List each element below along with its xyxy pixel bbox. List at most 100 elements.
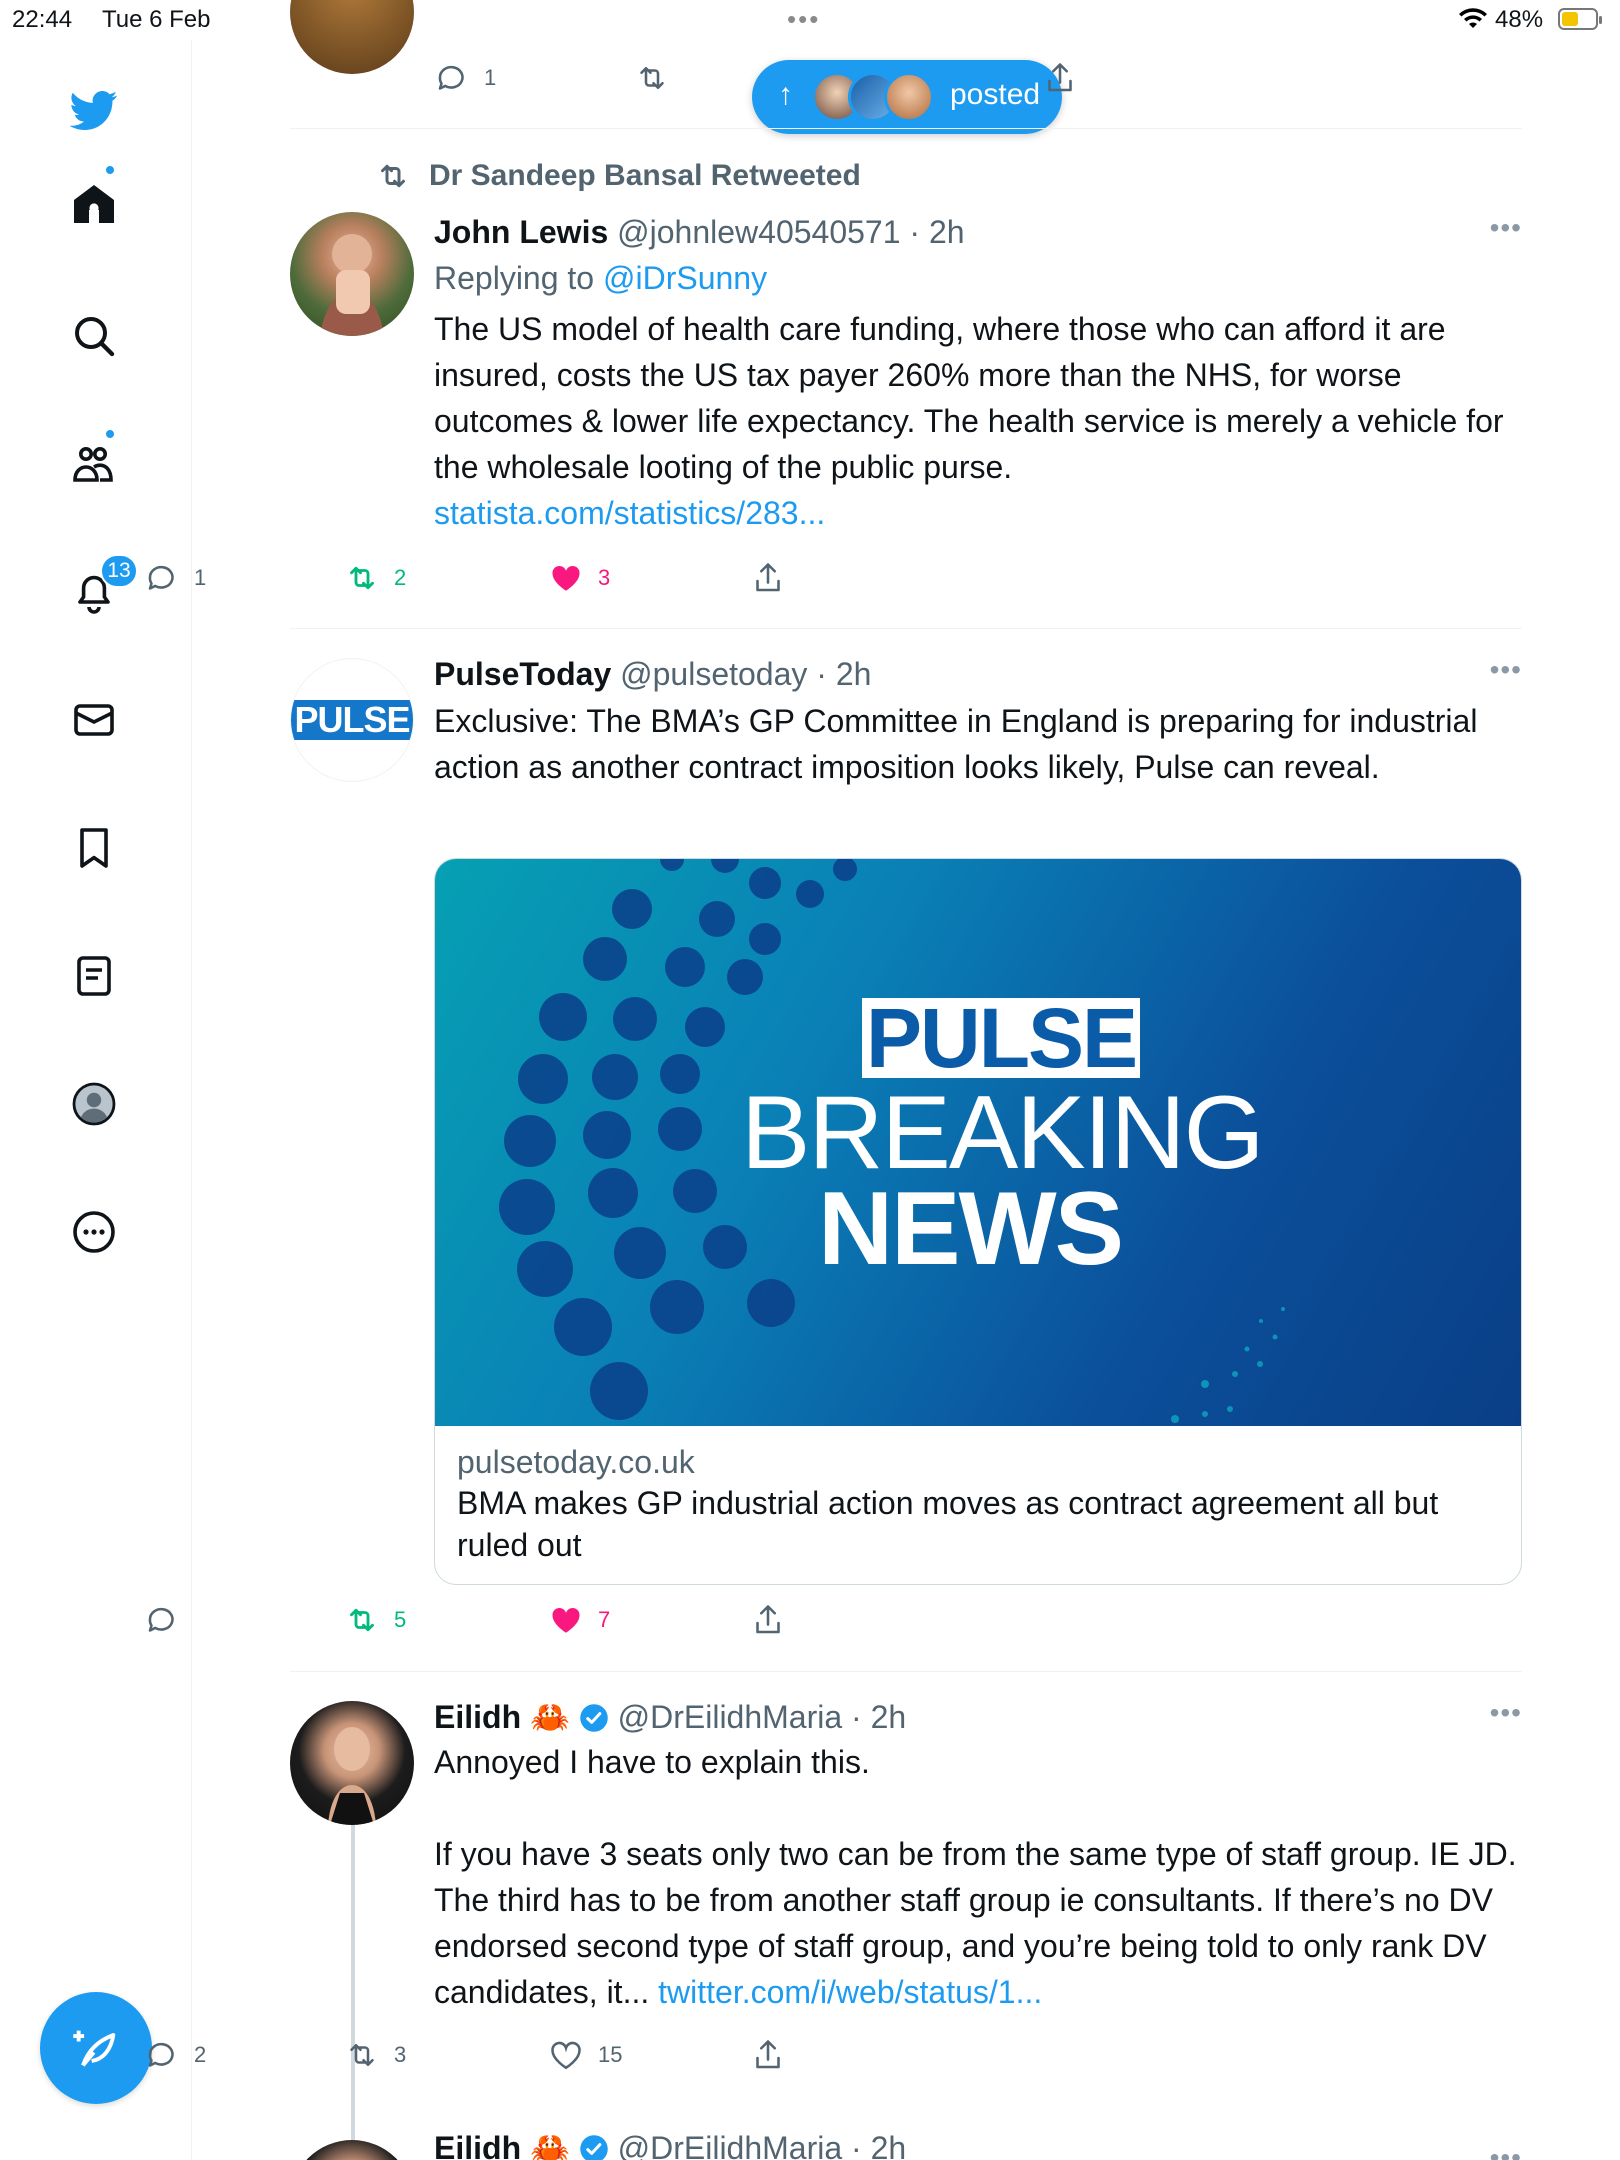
compose-icon <box>73 2030 116 2067</box>
card-meta: pulsetoday.co.uk BMA makes GP industrial… <box>435 1426 1521 1584</box>
search-icon <box>75 317 115 357</box>
card-image-news: NEWS <box>818 1171 1124 1287</box>
reply-icon <box>148 565 174 590</box>
reply-count: 1 <box>194 565 207 590</box>
tweet-text: The US model of health care funding, whe… <box>434 306 1522 536</box>
tweet-link[interactable]: twitter.com/i/web/status/1... <box>658 1974 1042 2010</box>
avatar[interactable] <box>290 212 414 336</box>
retweet-icon <box>640 66 664 90</box>
tweet-text-para: If you have 3 seats only two can be from… <box>434 1831 1522 2015</box>
retweet-button[interactable] <box>634 58 670 98</box>
tweet-time[interactable]: · 2h <box>851 1699 906 1735</box>
sidebar-item-messages[interactable] <box>70 694 118 746</box>
retweet-count: 3 <box>394 2042 407 2067</box>
retweet-button[interactable]: 2 <box>344 558 406 598</box>
author-handle[interactable]: @pulsetoday <box>620 656 807 692</box>
card-image: PULSE BREAKING NEWS <box>435 859 1521 1426</box>
retweet-icon <box>381 164 405 188</box>
share-icon <box>756 563 780 592</box>
reply-button[interactable]: 1 <box>144 558 206 598</box>
reply-icon <box>148 1607 174 1632</box>
like-button[interactable]: 3 <box>548 558 610 598</box>
tweet-link[interactable]: statista.com/statistics/283... <box>434 495 825 531</box>
status-bar: 22:44 Tue 6 Feb ••• 48% <box>0 0 1620 40</box>
reply-icon <box>438 65 464 90</box>
profile-icon <box>72 1082 116 1126</box>
like-button[interactable]: 7 <box>548 1600 610 1640</box>
sidebar-nav: 13 <box>0 40 192 2160</box>
author-name[interactable]: PulseToday <box>434 656 611 692</box>
sidebar-item-communities[interactable] <box>70 438 118 490</box>
share-button[interactable] <box>750 1600 786 1640</box>
reply-count: 1 <box>484 65 497 90</box>
battery-percent: 48% <box>1495 6 1544 33</box>
tweet-time[interactable]: · 2h <box>909 214 964 250</box>
tweet-text: Exclusive: The BMA’s GP Committee in Eng… <box>434 703 1478 785</box>
avatar-image <box>320 234 384 336</box>
reply-button[interactable] <box>144 1600 194 1640</box>
mail-icon <box>74 704 114 736</box>
more-circle-icon <box>73 1211 115 1253</box>
reply-button[interactable]: 1 <box>434 58 496 98</box>
retweet-context: Dr Sandeep Bansal Retweeted <box>375 158 861 194</box>
author-name[interactable]: Eilidh <box>434 1699 521 1735</box>
crab-emoji: 🦀 <box>530 1699 570 1735</box>
reply-count: 2 <box>194 2042 207 2067</box>
people-icon <box>73 447 113 482</box>
new-posts-pill[interactable]: ↑ posted <box>752 60 1062 134</box>
tweet-header: PulseToday @pulsetoday · 2h <box>434 654 1522 694</box>
sidebar-item-bookmarks[interactable] <box>70 822 118 874</box>
avatar[interactable] <box>290 0 414 74</box>
tweet-actions: 5 7 <box>144 1600 1044 1640</box>
author-handle[interactable]: @DrEilidhMaria <box>618 1699 843 1735</box>
sidebar-item-lists[interactable] <box>70 950 118 1002</box>
retweet-count: 2 <box>394 565 407 590</box>
list-icon <box>77 956 111 996</box>
sidebar-item-profile[interactable] <box>70 1078 118 1130</box>
tweet-text-para: Annoyed I have to explain this. <box>434 1744 870 1780</box>
retweet-button[interactable]: 5 <box>344 1600 406 1640</box>
tweet-actions: 1 2 3 <box>144 558 1044 598</box>
share-button[interactable] <box>750 558 786 598</box>
retweet-icon <box>350 1608 374 1632</box>
compose-tweet-button[interactable] <box>40 1992 152 2104</box>
author-handle[interactable]: @johnlew40540571 <box>617 214 900 250</box>
card-image-breaking: BREAKING <box>741 1075 1264 1191</box>
bird-icon <box>70 91 118 130</box>
author-name[interactable]: Eilidh <box>434 2130 521 2160</box>
like-button[interactable]: 15 <box>548 2035 622 2075</box>
tweet-header: Eilidh 🦀 @DrEilidhMaria · 2h <box>434 2128 1522 2160</box>
avatar[interactable]: PULSE <box>290 658 414 782</box>
sidebar-item-explore[interactable] <box>70 310 118 362</box>
author-name[interactable]: John Lewis <box>434 214 608 250</box>
tweet-divider <box>290 628 1522 629</box>
avatar-image <box>328 1727 376 1825</box>
retweeted-by-label: Dr Sandeep Bansal Retweeted <box>429 159 861 192</box>
retweet-icon <box>350 2043 374 2067</box>
tweet-header: John Lewis @johnlew40540571 · 2h <box>434 212 1522 252</box>
retweet-button[interactable]: 3 <box>344 2035 406 2075</box>
avatar[interactable] <box>290 2140 414 2160</box>
author-handle[interactable]: @DrEilidhMaria <box>618 2130 843 2160</box>
multitasking-dots-icon[interactable]: ••• <box>787 4 820 35</box>
sidebar-item-home[interactable] <box>70 178 118 230</box>
share-icon <box>756 2040 780 2069</box>
heart-outline-icon <box>551 2041 581 2070</box>
share-icon[interactable] <box>1042 60 1078 96</box>
tweet-text-body: The US model of health care funding, whe… <box>434 311 1504 485</box>
replying-to: Replying to @iDrSunny <box>434 258 1522 298</box>
tweet-time[interactable]: · 2h <box>816 656 871 692</box>
battery-icon <box>1558 8 1602 30</box>
sidebar-item-more[interactable] <box>70 1206 118 1258</box>
arrow-up-icon: ↑ <box>778 78 793 111</box>
reply-button[interactable]: 2 <box>144 2035 206 2075</box>
share-button[interactable] <box>750 2035 786 2075</box>
replying-to-label: Replying to <box>434 260 595 296</box>
avatar[interactable] <box>290 1701 414 1825</box>
tweet-time[interactable]: · 2h <box>851 2130 906 2160</box>
status-date: Tue 6 Feb <box>102 6 211 33</box>
verified-badge-icon <box>579 2135 608 2160</box>
replying-to-handle[interactable]: @iDrSunny <box>603 260 767 296</box>
twitter-logo[interactable] <box>70 84 118 136</box>
link-card[interactable]: PULSE BREAKING NEWS pulsetoday.co.uk BMA… <box>434 858 1522 1585</box>
